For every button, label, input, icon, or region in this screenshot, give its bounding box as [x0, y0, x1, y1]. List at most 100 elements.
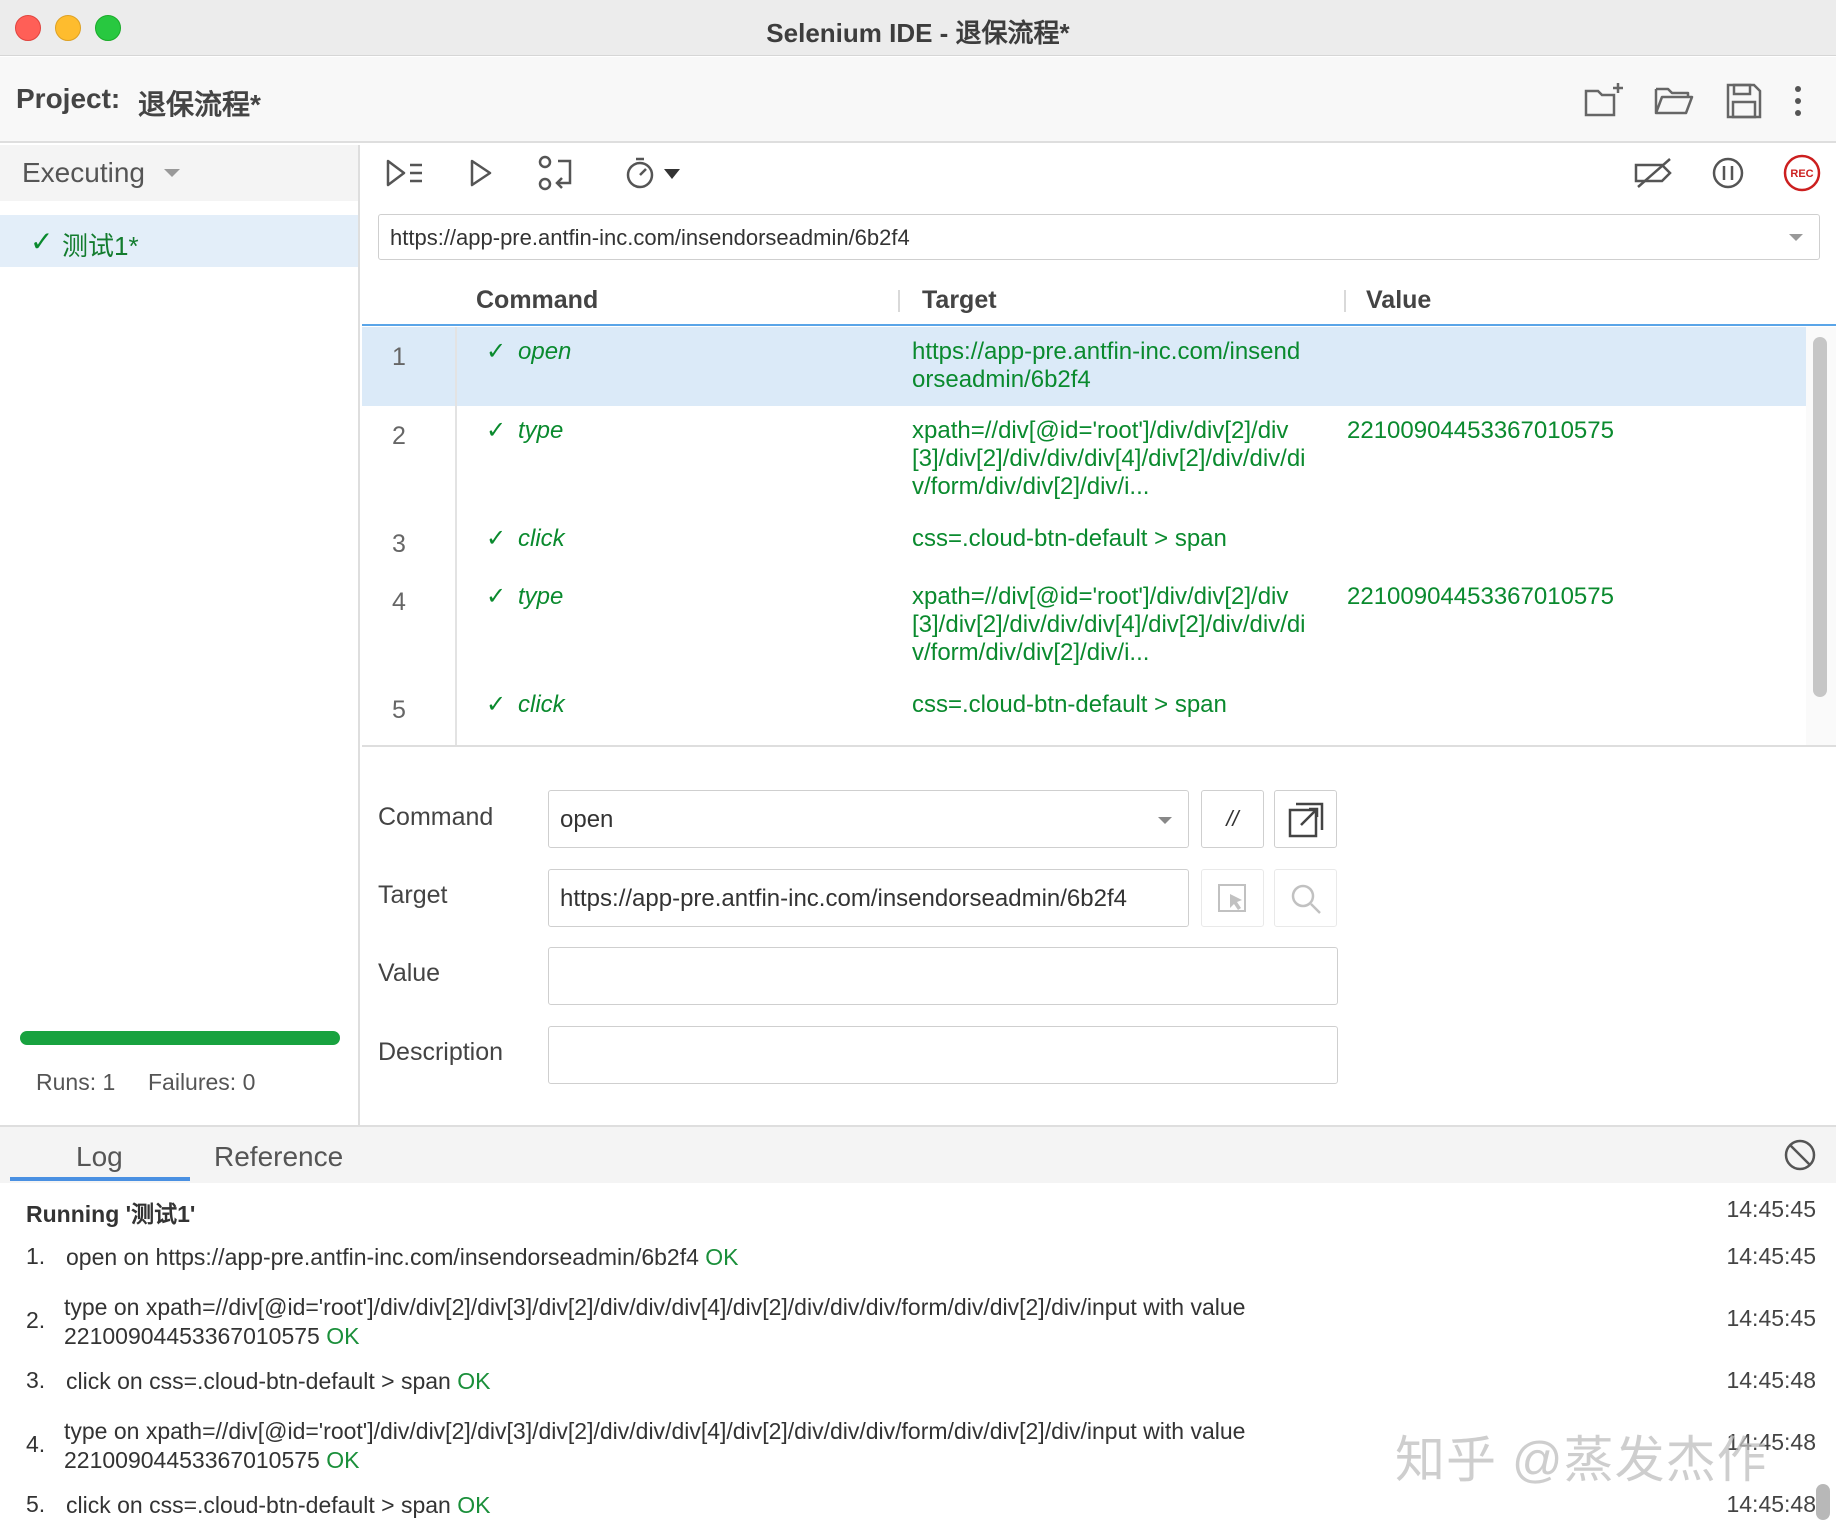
log-entry-number: 2.	[26, 1307, 46, 1333]
test-item[interactable]: ✓ 测试1*	[0, 215, 358, 267]
target-label: Target	[378, 881, 448, 909]
log-entry-number: 4.	[26, 1431, 46, 1457]
target-input[interactable]: https://app-pre.antfin-inc.com/insendors…	[548, 869, 1189, 927]
row-target: css=.cloud-btn-default > span	[912, 525, 1227, 552]
row-value: 22100904453367010575	[1347, 583, 1614, 610]
tab-log[interactable]: Log	[76, 1141, 123, 1173]
select-target-button[interactable]	[1201, 869, 1264, 927]
run-current-test-icon[interactable]	[464, 153, 500, 193]
toggle-comment-button[interactable]: //	[1201, 790, 1264, 848]
description-input[interactable]	[548, 1026, 1338, 1084]
test-sidebar: Executing ✓ 测试1* Runs: 1 Failures: 0	[0, 145, 360, 1125]
search-icon	[1291, 884, 1321, 914]
table-row[interactable]: 3 ✓ click css=.cloud-btn-default > span	[362, 514, 1806, 572]
clear-log-icon[interactable]	[1782, 1137, 1818, 1173]
test-speed-icon[interactable]	[624, 153, 684, 193]
more-vertical-icon[interactable]	[1776, 79, 1820, 123]
project-name[interactable]: 退保流程*	[138, 83, 261, 123]
check-icon: ✓	[486, 338, 507, 365]
row-command: click	[518, 525, 565, 552]
description-label: Description	[378, 1038, 504, 1066]
command-table: 1 ✓ open https://app-pre.antfin-inc.com/…	[362, 327, 1836, 747]
table-row[interactable]: 2 ✓ type xpath=//div[@id='root']/div/div…	[362, 406, 1806, 514]
log-timestamp: 14:45:45	[1726, 1243, 1816, 1269]
check-icon: ✓	[486, 583, 507, 610]
log-timestamp: 14:45:45	[1726, 1196, 1816, 1222]
row-command: open	[518, 338, 572, 365]
chevron-down-icon	[164, 169, 180, 177]
project-header: Project: 退保流程*	[0, 57, 1836, 143]
test-name: 测试1*	[62, 231, 139, 261]
row-command: click	[518, 691, 565, 718]
check-icon: ✓	[486, 525, 507, 552]
column-header-value: Value	[1366, 286, 1432, 314]
log-entry-status: OK	[457, 1368, 491, 1394]
step-over-icon[interactable]	[536, 153, 576, 193]
log-entry: 1. open on https://app-pre.antfin-inc.co…	[26, 1243, 1586, 1275]
disable-breakpoints-icon[interactable]	[1632, 153, 1676, 193]
check-icon: ✓	[486, 691, 507, 718]
row-command: type	[518, 417, 564, 444]
row-target: xpath=//div[@id='root']/div/div[2]/div[3…	[912, 583, 1306, 666]
find-target-button[interactable]	[1274, 869, 1337, 927]
table-row[interactable]: 5 ✓ click css=.cloud-btn-default > span	[362, 680, 1806, 740]
project-label: Project:	[16, 83, 121, 114]
log-entry-number: 5.	[26, 1491, 46, 1517]
value-input[interactable]	[548, 947, 1338, 1005]
row-target: css=.cloud-btn-default > span	[912, 691, 1227, 718]
run-all-tests-icon[interactable]	[384, 153, 428, 193]
log-scrollbar-thumb[interactable]	[1816, 1484, 1830, 1520]
column-divider	[898, 290, 900, 312]
table-scrollbar[interactable]	[1806, 327, 1836, 745]
external-link-icon	[1288, 802, 1324, 838]
executing-label: Executing	[22, 157, 145, 188]
run-progress-bar	[20, 1031, 340, 1045]
new-project-icon[interactable]	[1582, 79, 1626, 123]
row-target: xpath=//div[@id='root']/div/div[2]/div[3…	[912, 417, 1306, 500]
column-divider	[1344, 290, 1346, 312]
table-row[interactable]: 4 ✓ type xpath=//div[@id='root']/div/div…	[362, 572, 1806, 680]
comment-button-label: //	[1226, 806, 1239, 831]
log-entry-text: type on xpath=//div[@id='root']/div/div[…	[64, 1294, 1246, 1349]
command-label: Command	[378, 803, 494, 831]
select-element-icon	[1218, 884, 1246, 912]
command-value: open	[560, 806, 614, 833]
check-icon: ✓	[30, 226, 54, 257]
save-icon[interactable]	[1722, 79, 1766, 123]
log-timestamp: 14:45:48	[1726, 1367, 1816, 1393]
log-entry: 5. click on css=.cloud-btn-default > spa…	[26, 1491, 1586, 1523]
table-row[interactable]: 1 ✓ open https://app-pre.antfin-inc.com/…	[362, 327, 1806, 406]
table-scrollbar-thumb[interactable]	[1813, 337, 1827, 697]
active-tab-indicator	[10, 1177, 190, 1181]
record-label: REC	[1790, 168, 1813, 180]
command-combobox[interactable]: open	[548, 790, 1189, 848]
row-number-gutter	[362, 327, 457, 745]
tab-reference[interactable]: Reference	[214, 1141, 343, 1173]
row-command: type	[518, 583, 564, 610]
open-folder-icon[interactable]	[1652, 79, 1696, 123]
chevron-down-icon	[1789, 234, 1803, 241]
log-timestamp: 14:45:45	[1726, 1305, 1816, 1331]
log-entry-text: type on xpath=//div[@id='root']/div/div[…	[64, 1418, 1246, 1473]
log-entry: 2. type on xpath=//div[@id='root']/div/d…	[26, 1293, 1586, 1353]
failures-count: Failures: 0	[148, 1069, 256, 1095]
log-timestamp: 14:45:48	[1726, 1491, 1816, 1517]
log-entry-status: OK	[705, 1244, 739, 1270]
log-entry-text: open on https://app-pre.antfin-inc.com/i…	[66, 1244, 699, 1270]
base-url-combobox[interactable]: https://app-pre.antfin-inc.com/insendors…	[378, 214, 1820, 260]
executing-dropdown[interactable]: Executing	[0, 145, 358, 201]
column-header-command: Command	[476, 286, 599, 314]
log-entry-text: click on css=.cloud-btn-default > span	[66, 1368, 451, 1394]
check-icon: ✓	[486, 417, 507, 444]
log-entry-status: OK	[326, 1323, 360, 1349]
open-docs-button[interactable]	[1274, 790, 1337, 848]
log-run-title: Running '测试1'	[26, 1201, 196, 1227]
pause-on-exceptions-icon[interactable]	[1710, 153, 1746, 193]
row-target: https://app-pre.antfin-inc.com/insendors…	[912, 338, 1301, 393]
record-icon[interactable]: REC	[1782, 153, 1822, 193]
console-tabbar: Log Reference	[0, 1127, 1836, 1183]
chevron-down-icon	[1158, 817, 1172, 824]
base-url-value: https://app-pre.antfin-inc.com/insendors…	[390, 225, 910, 250]
log-entry: 4. type on xpath=//div[@id='root']/div/d…	[26, 1417, 1586, 1477]
row-value: 22100904453367010575	[1347, 417, 1614, 444]
